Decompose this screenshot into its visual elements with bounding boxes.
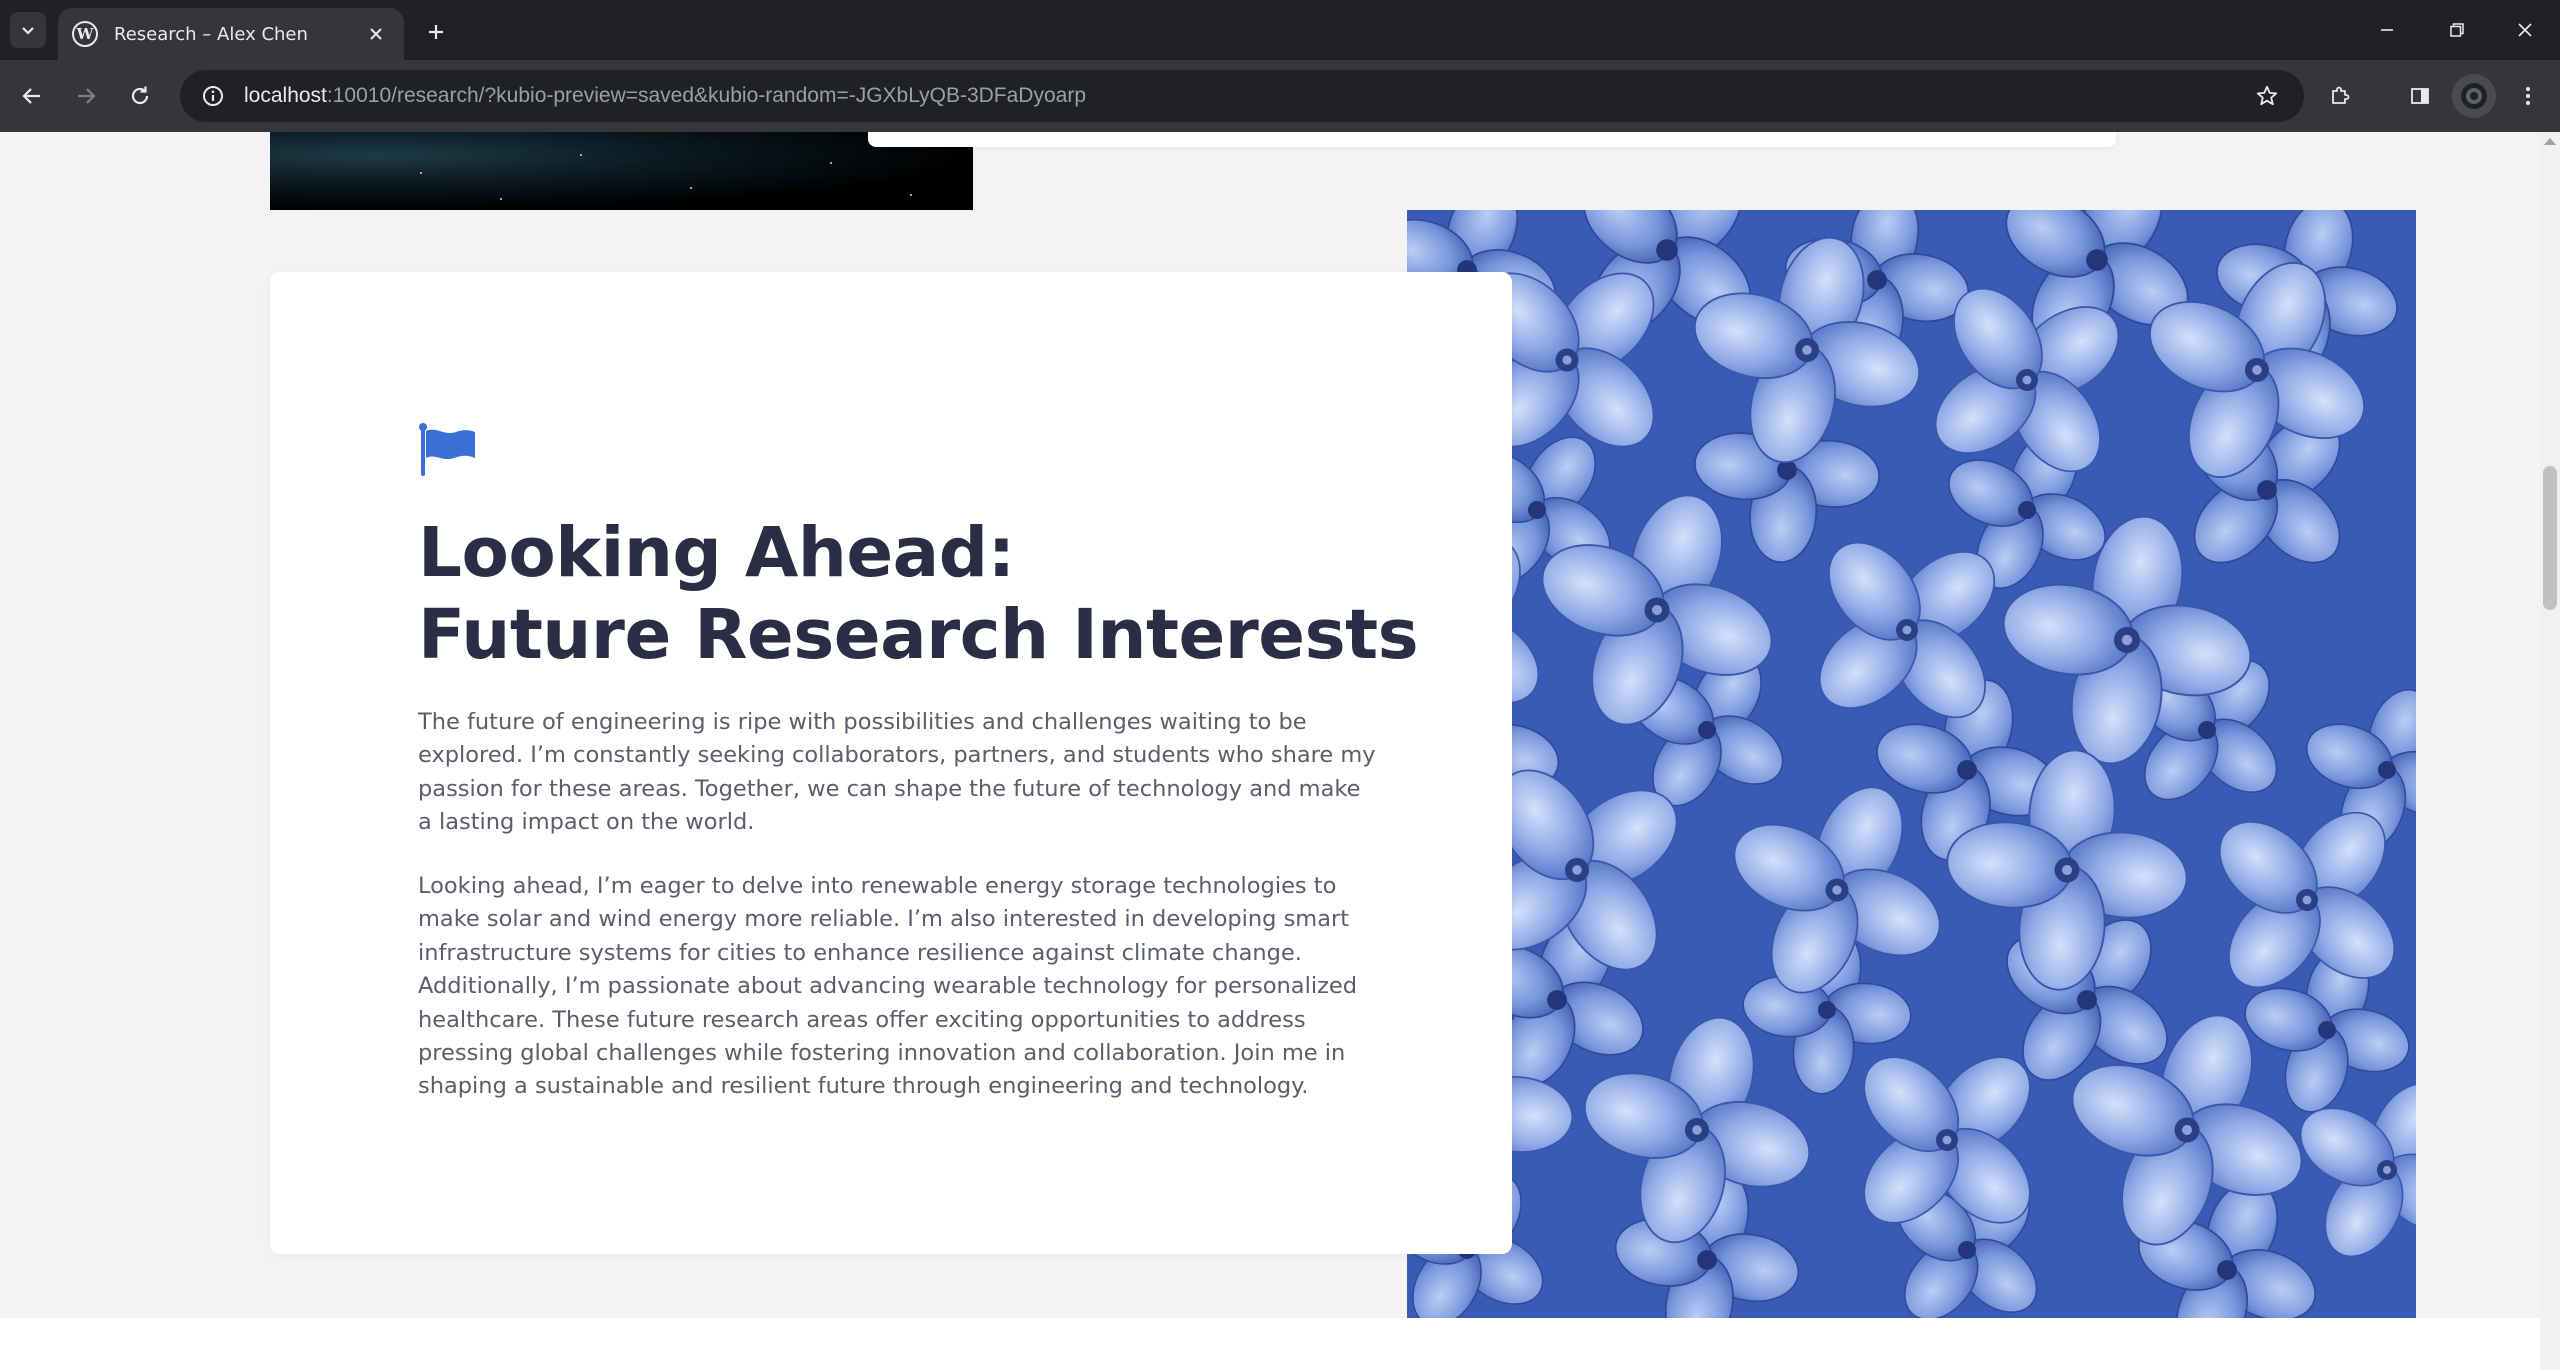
profile-button[interactable]: [2452, 74, 2496, 118]
heading-line-1: Looking Ahead:: [418, 513, 1015, 593]
site-info-button[interactable]: [196, 79, 230, 113]
extensions-button[interactable]: [2318, 74, 2362, 118]
url-host: localhost: [244, 84, 327, 107]
bookmark-button[interactable]: [2250, 79, 2284, 113]
close-tab-button[interactable]: [362, 20, 390, 48]
avatar-icon: [2461, 83, 2487, 109]
kebab-menu-icon: [2526, 87, 2530, 105]
tab-search-button[interactable]: [10, 12, 46, 48]
side-panel-icon: [2411, 88, 2429, 104]
section-heading: Looking Ahead: Future Research Interests: [418, 512, 1419, 676]
hydrangea-image: [1407, 210, 2416, 1318]
wordpress-icon: W: [72, 21, 98, 47]
url-text[interactable]: localhost:10010/research/?kubio-preview=…: [244, 84, 1086, 108]
active-tab[interactable]: W Research – Alex Chen: [58, 8, 404, 60]
heading-line-2: Future Research Interests: [418, 595, 1419, 675]
info-icon: [203, 86, 223, 106]
chevron-down-icon: [22, 27, 34, 35]
puzzle-icon: [2332, 86, 2350, 104]
browser-menu-button[interactable]: [2506, 74, 2550, 118]
tab-strip: W Research – Alex Chen: [0, 0, 2560, 60]
paragraph-1: The future of engineering is ripe with p…: [418, 709, 1376, 836]
close-window-button[interactable]: [2490, 0, 2560, 60]
tab-title: Research – Alex Chen: [114, 23, 308, 45]
arrow-left-icon: [22, 88, 40, 104]
previous-section-card: [868, 132, 2116, 147]
address-bar[interactable]: localhost:10010/research/?kubio-preview=…: [180, 70, 2304, 122]
reload-button[interactable]: [118, 74, 162, 118]
plus-icon: [429, 25, 443, 39]
paragraph-2: Looking ahead, I’m eager to delve into r…: [418, 873, 1358, 1100]
back-button[interactable]: [10, 74, 54, 118]
side-panel-button[interactable]: [2398, 74, 2442, 118]
future-research-card: Looking Ahead: Future Research Interests…: [270, 272, 1512, 1254]
star-icon: [2256, 85, 2278, 106]
arrow-right-icon: [78, 88, 96, 104]
page-scrollbar[interactable]: [2540, 132, 2560, 1370]
scroll-up-arrow-icon[interactable]: [2544, 138, 2556, 145]
browser-toolbar: localhost:10010/research/?kubio-preview=…: [0, 60, 2560, 132]
close-icon: [2518, 23, 2532, 37]
minimize-icon: [2381, 29, 2393, 31]
close-icon: [370, 28, 382, 40]
restore-icon: [2450, 23, 2464, 37]
page-viewport: Looking Ahead: Future Research Interests…: [0, 132, 2560, 1370]
next-section: [0, 1318, 2540, 1370]
restore-button[interactable]: [2422, 0, 2492, 60]
reload-icon: [131, 86, 149, 105]
previous-section-image: [270, 132, 973, 210]
minimize-button[interactable]: [2352, 0, 2422, 60]
url-path: :10010/research/?kubio-preview=saved&kub…: [326, 84, 1086, 107]
new-tab-button[interactable]: [418, 14, 454, 50]
flag-icon: [419, 423, 475, 476]
forward-button[interactable]: [64, 74, 108, 118]
scroll-thumb[interactable]: [2543, 466, 2557, 610]
